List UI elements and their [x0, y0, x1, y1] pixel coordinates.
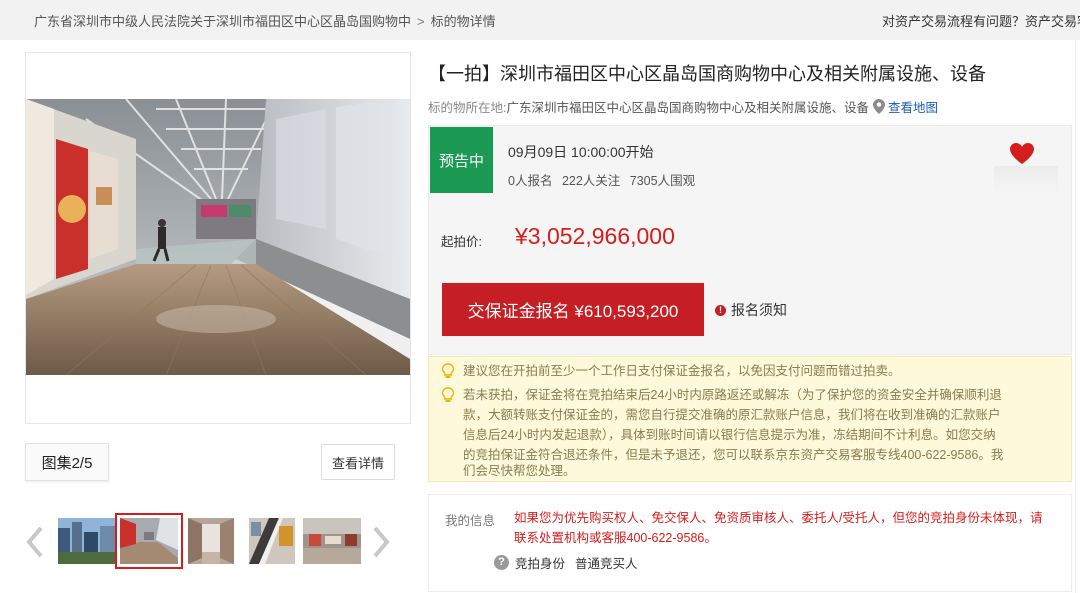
identity-value: 普通竞买人 — [575, 557, 638, 571]
follow-button-shadow — [994, 166, 1058, 194]
start-time: 09月09日 10:00:00开始 — [508, 144, 654, 160]
view-map-link[interactable]: 查看地图 — [888, 97, 938, 116]
identity-label: 竞拍身份 — [515, 557, 566, 571]
my-info-message: 如果您为优先购买权人、免交保人、免资质审核人、委托人/受托人，但您的竞拍身份未体… — [514, 508, 1059, 548]
main-photo[interactable] — [26, 99, 410, 375]
my-info-label: 我的信息 — [445, 514, 496, 528]
lightbulb-icon — [441, 363, 455, 378]
breadcrumb-current: 标的物详情 — [430, 14, 496, 29]
lightbulb-icon — [441, 387, 455, 402]
auction-stats: 0人报名 222人关注 7305人围观 — [508, 170, 701, 189]
alert-icon: ! — [715, 304, 726, 316]
bidding-identity: ? 竞拍身份 普通竞买人 — [494, 553, 638, 572]
tip-2-line-2: 款，大额转账支付保证金的，需您自行提交准确的原汇款账户信息，我们将在收到准确的汇… — [463, 408, 1001, 422]
auction-panel: 预告中 09月09日 10:00:00开始 0人报名 222人关注 7305人围… — [428, 125, 1072, 355]
thumbnail-next-button[interactable] — [372, 522, 390, 562]
thumbnail-1[interactable] — [58, 518, 116, 564]
registered-count: 0人报名 — [508, 174, 553, 188]
my-info-message-line-2: 联系处置机构或客服400-622-9586。 — [514, 531, 717, 545]
chevron-left-icon — [26, 526, 43, 558]
chevron-right-icon — [373, 526, 390, 558]
thumbnail-5[interactable] — [303, 518, 361, 564]
registration-notice-link[interactable]: ! 报名须知 — [715, 300, 787, 320]
tip-2-line-5: 们会尽快帮您处理。 — [463, 464, 576, 478]
status-badge: 预告中 — [430, 127, 493, 193]
breadcrumb: 广东省深圳市中级人民法院关于深圳市福田区中心区晶岛国购物中 > 标的物详情 — [34, 11, 496, 30]
map-pin-icon — [873, 99, 885, 114]
tip-2-line-1: 若未获拍，保证金将在竞拍结束后24小时内原路返还或解冻（为了保护您的资金安全并确… — [463, 388, 1002, 402]
breadcrumb-court-link[interactable]: 广东省深圳市中级人民法院关于深圳市福田区中心区晶岛国购物中 — [34, 14, 411, 29]
view-details-button[interactable]: 查看详情 — [321, 444, 395, 480]
tip-1: 建议您在开拍前至少一个工作日支付保证金报名，以免因支付问题而错过拍卖。 — [463, 364, 901, 378]
help-link[interactable]: 对资产交易流程有问题？资产交易客 — [882, 11, 1080, 30]
registration-notice-label: 报名须知 — [731, 302, 787, 318]
start-price-label: 起拍价: — [441, 235, 482, 249]
thumbnail-prev-button[interactable] — [26, 522, 44, 562]
thumbnail-2[interactable] — [115, 513, 183, 569]
my-info-panel: 我的信息 如果您为优先购买权人、免交保人、免资质审核人、委托人/受托人，但您的竞… — [428, 494, 1072, 592]
question-icon[interactable]: ? — [494, 555, 509, 570]
photo-gallery — [25, 52, 411, 424]
item-title: 【一拍】深圳市福田区中心区晶岛国商购物中心及相关附属设施、设备 — [428, 64, 986, 84]
right-edge-divider — [1075, 40, 1076, 593]
location-text: 广东深圳市福田区中心区晶岛国商购物中心及相关附属设施、设备 — [506, 101, 869, 115]
top-bar: 广东省深圳市中级人民法院关于深圳市福田区中心区晶岛国购物中 > 标的物详情 对资产交… — [0, 0, 1080, 40]
tip-2-line-3: 信息后24小时内发起退款），具体到账时间请以银行信息提示为准，冻结期间不计利息。… — [463, 428, 996, 442]
item-location: 标的物所在地: 广东深圳市福田区中心区晶岛国商购物中心及相关附属设施、设备 查看… — [428, 97, 938, 116]
my-info-message-line-1: 如果您为优先购买权人、免交保人、免资质审核人、委托人/受托人，但您的竞拍身份未体… — [514, 511, 1043, 525]
follower-count: 222人关注 — [561, 174, 621, 188]
start-price: ¥3,052,966,000 — [515, 223, 675, 249]
pay-deposit-register-button[interactable]: 交保证金报名 ¥610,593,200 — [442, 283, 704, 336]
tips-box: 建议您在开拍前至少一个工作日支付保证金报名，以免因支付问题而错过拍卖。 若未获拍… — [428, 356, 1072, 482]
location-label: 标的物所在地: — [428, 101, 507, 115]
viewer-count: 7305人围观 — [629, 174, 696, 188]
album-counter[interactable]: 图集2/5 — [25, 443, 109, 481]
heart-icon[interactable] — [1009, 142, 1035, 165]
thumbnail-3[interactable] — [188, 518, 246, 564]
breadcrumb-separator: > — [417, 14, 425, 29]
thumbnail-4[interactable] — [249, 518, 307, 564]
